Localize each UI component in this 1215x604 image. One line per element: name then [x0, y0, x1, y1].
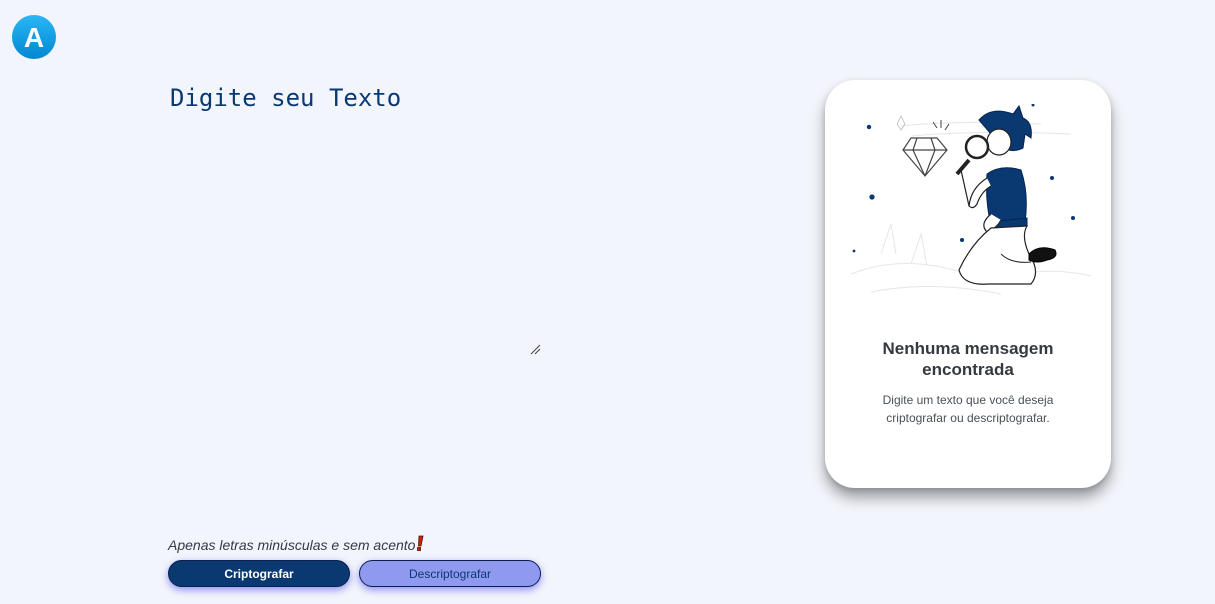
- empty-message-title-line1: Nenhuma mensagem: [882, 339, 1054, 358]
- text-input[interactable]: [168, 80, 542, 358]
- empty-message-title: Nenhuma mensagem encontrada: [825, 338, 1111, 380]
- empty-message-title-line2: encontrada: [922, 360, 1014, 379]
- logo-a-icon: A: [12, 15, 56, 59]
- output-card: Nenhuma mensagem encontrada Digite um te…: [825, 80, 1111, 488]
- encrypt-button[interactable]: Criptografar: [168, 560, 350, 587]
- exclamation-icon: [416, 535, 424, 554]
- input-hint: Apenas letras minúsculas e sem acento: [168, 535, 424, 554]
- person-with-magnifying-glass-illustration: [850, 104, 1092, 295]
- svg-text:A: A: [24, 22, 44, 53]
- empty-message-subtitle-line2: criptografar ou descriptografar.: [886, 411, 1050, 425]
- decrypt-button[interactable]: Descriptografar: [359, 560, 541, 587]
- input-hint-label: Apenas letras minúsculas e sem acento: [168, 536, 416, 553]
- empty-message-subtitle: Digite um texto que você deseja criptogr…: [865, 391, 1071, 427]
- logo: A: [11, 14, 57, 60]
- empty-message-subtitle-line1: Digite um texto que você deseja: [882, 393, 1054, 407]
- resize-handle-icon[interactable]: [529, 343, 541, 355]
